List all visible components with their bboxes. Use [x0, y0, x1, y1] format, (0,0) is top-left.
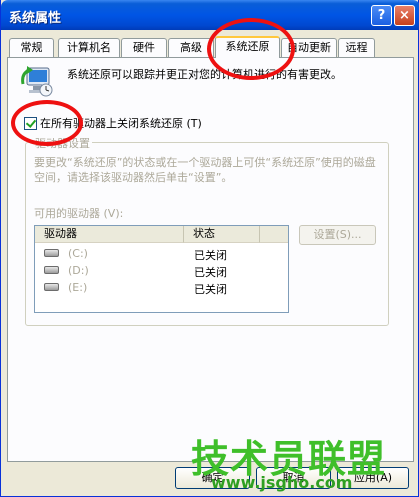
column-header-drive[interactable]: 驱动器: [35, 226, 184, 243]
system-properties-window: 系统属性 ? × 常规 计算机名 硬件 高级 系统还原 自动更新 远程 系统还原…: [0, 0, 419, 497]
drive-row[interactable]: (E:) 已关闭: [35, 280, 288, 296]
help-button[interactable]: ?: [371, 5, 392, 26]
watermark-url: www.jsgho.com: [211, 473, 353, 492]
drive-name: (D:): [68, 264, 89, 277]
tab-computer-name[interactable]: 计算机名: [58, 38, 120, 57]
drive-status: 已关闭: [194, 266, 227, 279]
tab-advanced[interactable]: 高级: [168, 38, 214, 57]
column-header-empty: [260, 226, 288, 243]
drive-status: 已关闭: [194, 283, 227, 296]
tab-general[interactable]: 常规: [9, 38, 54, 57]
hard-drive-icon: [44, 283, 59, 291]
hard-drive-icon: [44, 266, 59, 274]
turn-off-all-drives-label[interactable]: 在所有驱动器上关闭系统还原 (T): [40, 115, 202, 131]
window-title: 系统属性: [9, 11, 62, 26]
drive-row[interactable]: (D:) 已关闭: [35, 263, 288, 279]
turn-off-all-drives-checkbox[interactable]: 在所有驱动器上关闭系统还原 (T): [24, 115, 202, 130]
available-drives-label: 可用的驱动器 (V):: [34, 207, 124, 220]
available-drives-list[interactable]: 驱动器 状态 (C:) 已关闭 (D:) 已关闭 (E:) 已关闭: [34, 225, 289, 313]
checkbox-checked-icon[interactable]: [24, 116, 37, 130]
tab-remote[interactable]: 远程: [338, 38, 375, 57]
hard-drive-icon: [44, 249, 59, 257]
drive-name: (C:): [68, 247, 88, 260]
drive-settings-group-title: 驱动器设置: [33, 135, 92, 151]
tab-system-restore[interactable]: 系统还原: [215, 36, 280, 58]
drive-status: 已关闭: [194, 249, 227, 262]
restore-intro-text: 系统还原可以跟踪并更正对您的计算机进行的有害更改。: [67, 68, 342, 81]
close-button[interactable]: ×: [394, 5, 415, 26]
drive-settings-description: 要更改“系统还原”的状态或在一个驱动器上可供“系统还原”使用的磁盘空间，请选择该…: [34, 156, 376, 184]
drive-row[interactable]: (C:) 已关闭: [35, 246, 288, 262]
title-bar[interactable]: 系统属性 ? ×: [1, 0, 419, 30]
tab-hardware[interactable]: 硬件: [121, 38, 167, 57]
tab-strip: 常规 计算机名 硬件 高级 系统还原 自动更新 远程: [7, 36, 417, 58]
column-header-status[interactable]: 状态: [184, 226, 260, 243]
system-restore-icon: [21, 66, 53, 97]
drive-name: (E:): [68, 281, 88, 294]
tab-automatic-updates[interactable]: 自动更新: [281, 38, 337, 57]
settings-button[interactable]: 设置(S)...: [299, 225, 376, 245]
